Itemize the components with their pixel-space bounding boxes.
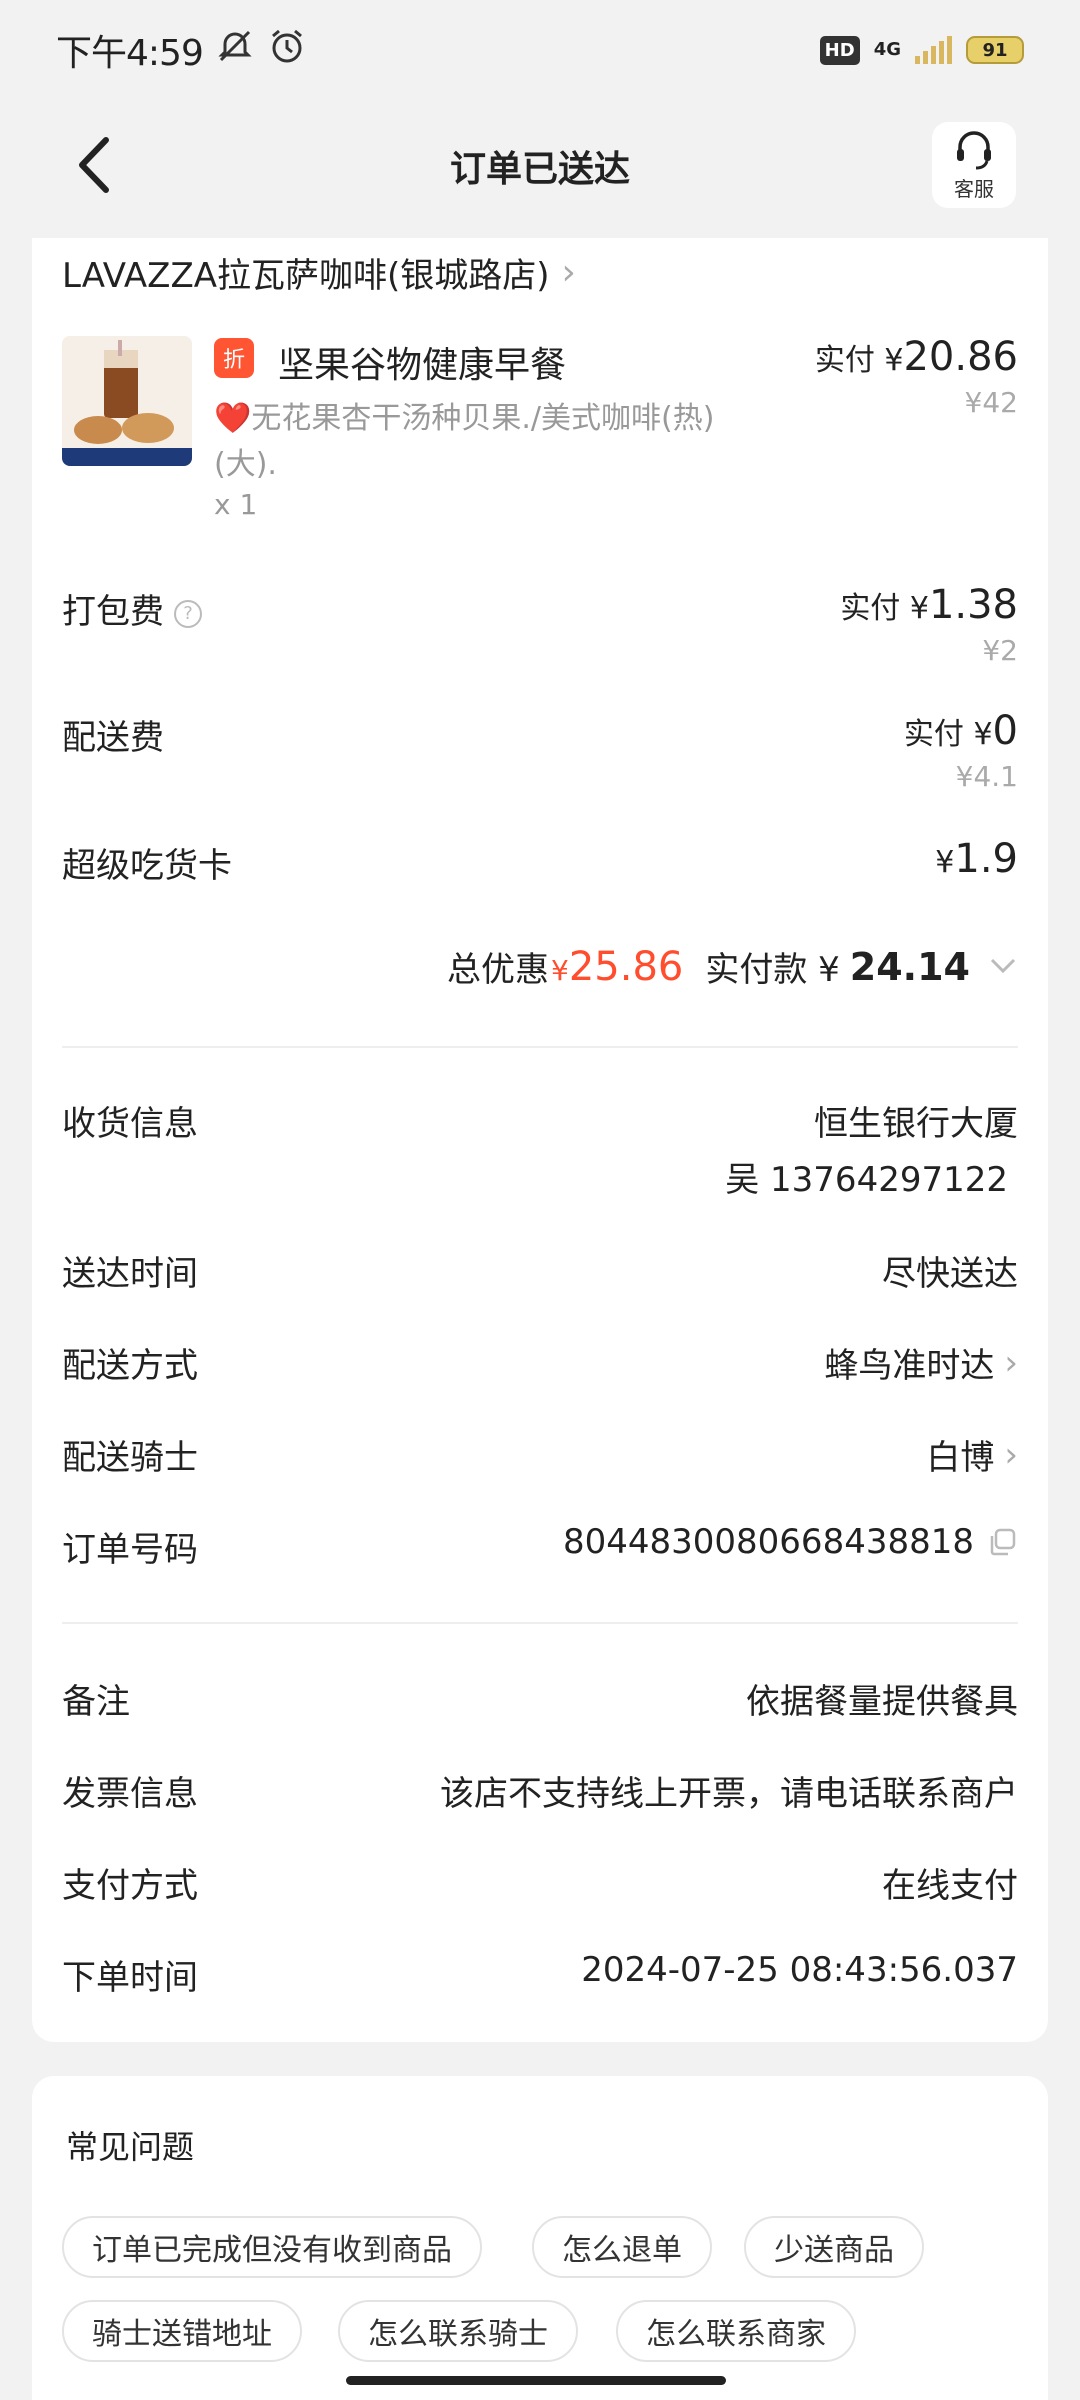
chevron-right-icon: › — [561, 252, 576, 293]
product-paid-label: 实付 ¥ — [814, 343, 904, 378]
delivery-fee-label: 配送费 — [62, 718, 164, 758]
battery-level: 91 — [982, 39, 1008, 61]
mute-icon — [215, 26, 255, 75]
order-number-row: 8044830080668438818 — [563, 1522, 1018, 1562]
rider-link[interactable]: 白博 › — [926, 1430, 1018, 1479]
note-value: 依据餐量提供餐具 — [746, 1682, 1018, 1722]
rider-name: 白博 — [926, 1438, 995, 1478]
headset-icon — [957, 130, 991, 169]
packing-fee-label: 打包费? — [62, 584, 202, 633]
nav-bar: 订单已送达 客服 — [0, 110, 1080, 220]
customer-service-label: 客服 — [954, 176, 994, 201]
delivery-method-link[interactable]: 蜂鸟准时达 › — [824, 1338, 1018, 1387]
product-paid-value: 20.86 — [903, 334, 1018, 380]
packing-paid-label: 实付 ¥ — [840, 591, 929, 626]
page-title: 订单已送达 — [449, 149, 630, 190]
delivery-fee-price: 实付 ¥0 ¥4.1 — [904, 708, 1018, 793]
product-spec: ❤️无花果杏干汤种贝果./美式咖啡(热)(大). — [214, 401, 715, 482]
delivery-original-price: ¥4.1 — [955, 760, 1018, 793]
total-discount-value: ¥25.86 — [551, 944, 683, 990]
faq-chip[interactable]: 少送商品 — [744, 2216, 924, 2278]
faq-chip[interactable]: 订单已完成但没有收到商品 — [62, 2216, 482, 2278]
payment-method-label: 支付方式 — [62, 1866, 198, 1906]
foodie-card-currency: ¥ — [935, 845, 955, 880]
discount-amount: 25.86 — [568, 943, 684, 990]
product-quantity: x 1 — [214, 488, 258, 521]
paid-total-label: 实付款 ¥ — [705, 950, 840, 990]
discount-badge: 折 — [214, 338, 254, 378]
order-time-label: 下单时间 — [62, 1958, 198, 1998]
home-indicator[interactable] — [346, 2376, 726, 2385]
status-bar: 下午4:59 HD 4G 91 — [0, 0, 1080, 100]
delivery-time-value: 尽快送达 — [882, 1254, 1018, 1294]
network-label: 4G — [873, 39, 901, 60]
foodie-card-price: ¥1.9 — [935, 836, 1018, 882]
order-detail-card: LAVAZZA拉瓦萨咖啡(银城路店) › 折 坚果谷物健康早餐 ❤️无花果杏干汤… — [32, 238, 1048, 2042]
shop-link[interactable]: LAVAZZA拉瓦萨咖啡(银城路店) › — [62, 248, 576, 297]
packing-fee-text: 打包费 — [62, 592, 164, 632]
order-time-value: 2024-07-25 08:43:56.037 — [581, 1950, 1018, 1990]
paid-total-value: 24.14 — [849, 944, 970, 989]
invoice-label: 发票信息 — [62, 1774, 198, 1814]
delivery-method-value: 蜂鸟准时达 — [824, 1346, 995, 1386]
price-summary[interactable]: 总优惠 ¥25.86 实付款 ¥ 24.14 — [447, 942, 1018, 991]
chevron-down-icon — [988, 949, 1018, 984]
shop-name: LAVAZZA拉瓦萨咖啡(银城路店) — [62, 256, 550, 296]
receiver-contact: 吴 13764297122 — [725, 1160, 1008, 1200]
copy-icon[interactable] — [986, 1526, 1018, 1558]
delivery-paid-label: 实付 ¥ — [903, 717, 993, 752]
order-number-value: 8044830080668438818 — [562, 1522, 974, 1562]
total-discount-label: 总优惠 — [447, 950, 549, 990]
packing-original-price: ¥2 — [982, 634, 1018, 667]
packing-fee-price: 实付 ¥1.38 ¥2 — [840, 582, 1018, 667]
packing-paid-value: 1.38 — [928, 582, 1018, 628]
product-original-price: ¥42 — [964, 386, 1018, 419]
receiver-label: 收货信息 — [62, 1104, 198, 1144]
rider-label: 配送骑士 — [62, 1438, 198, 1478]
foodie-card-label: 超级吃货卡 — [62, 846, 232, 886]
faq-title: 常见问题 — [66, 2128, 195, 2166]
faq-chip[interactable]: 怎么退单 — [532, 2216, 712, 2278]
faq-chip[interactable]: 怎么联系商家 — [616, 2300, 856, 2362]
divider — [62, 1622, 1018, 1624]
faq-chip[interactable]: 怎么联系骑士 — [338, 2300, 578, 2362]
invoice-value: 该店不支持线上开票，请电话联系商户 — [440, 1774, 1018, 1814]
faq-chip[interactable]: 骑士送错地址 — [62, 2300, 302, 2362]
product-name: 坚果谷物健康早餐 — [278, 345, 567, 386]
help-icon[interactable]: ? — [174, 599, 202, 628]
hd-icon: HD — [819, 35, 860, 65]
foodie-card-value: 1.9 — [954, 836, 1018, 882]
divider — [62, 1046, 1018, 1048]
chevron-right-icon: › — [1004, 1434, 1018, 1475]
order-number-label: 订单号码 — [62, 1530, 198, 1570]
delivery-method-label: 配送方式 — [62, 1346, 198, 1386]
delivery-paid-value: 0 — [992, 708, 1018, 754]
chevron-right-icon: › — [1004, 1342, 1018, 1383]
battery-icon: 91 — [966, 36, 1024, 64]
delivery-time-label: 送达时间 — [62, 1254, 198, 1294]
discount-currency: ¥ — [551, 953, 569, 987]
receiver-address: 恒生银行大厦 — [814, 1104, 1018, 1144]
product-image[interactable] — [62, 336, 192, 466]
faq-card: 常见问题 订单已完成但没有收到商品 怎么退单 少送商品 骑士送错地址 怎么联系骑… — [32, 2076, 1048, 2400]
note-label: 备注 — [62, 1682, 130, 1722]
status-time: 下午4:59 — [56, 33, 204, 74]
payment-method-value: 在线支付 — [882, 1866, 1018, 1906]
product-price: 实付 ¥20.86 ¥42 — [815, 334, 1018, 419]
customer-service-button[interactable]: 客服 — [932, 122, 1016, 208]
alarm-icon — [267, 26, 307, 75]
signal-icon — [915, 36, 952, 64]
